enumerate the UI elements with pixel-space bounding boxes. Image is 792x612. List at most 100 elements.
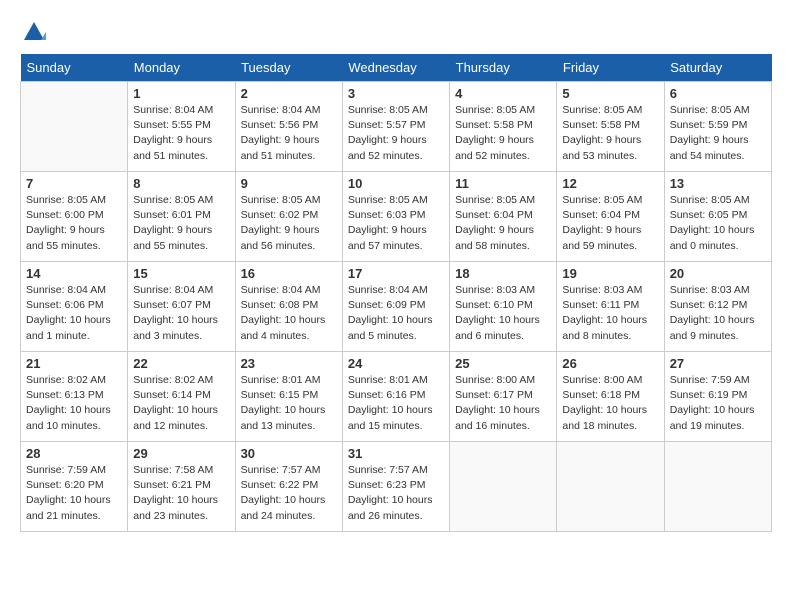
day-info: Sunrise: 8:04 AMSunset: 6:09 PMDaylight:… xyxy=(348,283,444,344)
day-number: 25 xyxy=(455,356,551,371)
day-number: 5 xyxy=(562,86,658,101)
calendar-cell: 20Sunrise: 8:03 AMSunset: 6:12 PMDayligh… xyxy=(664,262,771,352)
day-number: 22 xyxy=(133,356,229,371)
day-info: Sunrise: 8:04 AMSunset: 6:08 PMDaylight:… xyxy=(241,283,337,344)
day-info: Sunrise: 8:05 AMSunset: 5:58 PMDaylight:… xyxy=(455,103,551,164)
day-info: Sunrise: 8:05 AMSunset: 5:59 PMDaylight:… xyxy=(670,103,766,164)
day-info: Sunrise: 7:58 AMSunset: 6:21 PMDaylight:… xyxy=(133,463,229,524)
calendar-cell: 30 Sunrise: 7:57 AMSunset: 6:22 PMDayligh… xyxy=(235,442,342,532)
day-info: Sunrise: 8:02 AMSunset: 6:14 PMDaylight:… xyxy=(133,373,229,434)
calendar-cell: 4 Sunrise: 8:05 AMSunset: 5:58 PMDaylight… xyxy=(450,82,557,172)
calendar-cell: 2Sunrise: 8:04 AMSunset: 5:56 PMDaylight… xyxy=(235,82,342,172)
day-number: 12 xyxy=(562,176,658,191)
logo-icon xyxy=(22,20,46,44)
calendar-cell: 26 Sunrise: 8:00 AMSunset: 6:18 PMDayligh… xyxy=(557,352,664,442)
day-header-wednesday: Wednesday xyxy=(342,54,449,82)
day-info: Sunrise: 8:05 AMSunset: 5:57 PMDaylight:… xyxy=(348,103,444,164)
day-info: Sunrise: 8:02 AMSunset: 6:13 PMDaylight:… xyxy=(26,373,122,434)
calendar-cell: 21 Sunrise: 8:02 AMSunset: 6:13 PMDayligh… xyxy=(21,352,128,442)
calendar-cell: 15Sunrise: 8:04 AMSunset: 6:07 PMDayligh… xyxy=(128,262,235,352)
day-number: 29 xyxy=(133,446,229,461)
calendar-cell: 16 Sunrise: 8:04 AMSunset: 6:08 PMDayligh… xyxy=(235,262,342,352)
day-info: Sunrise: 8:05 AMSunset: 6:04 PMDaylight:… xyxy=(455,193,551,254)
calendar-cell: 24Sunrise: 8:01 AMSunset: 6:16 PMDayligh… xyxy=(342,352,449,442)
days-header-row: SundayMondayTuesdayWednesdayThursdayFrid… xyxy=(21,54,772,82)
calendar-cell: 18Sunrise: 8:03 AMSunset: 6:10 PMDayligh… xyxy=(450,262,557,352)
page-header xyxy=(20,20,772,44)
day-info: Sunrise: 8:05 AMSunset: 6:04 PMDaylight:… xyxy=(562,193,658,254)
calendar-cell: 9 Sunrise: 8:05 AMSunset: 6:02 PMDaylight… xyxy=(235,172,342,262)
day-header-sunday: Sunday xyxy=(21,54,128,82)
day-info: Sunrise: 8:05 AMSunset: 6:00 PMDaylight:… xyxy=(26,193,122,254)
calendar-cell: 8Sunrise: 8:05 AMSunset: 6:01 PMDaylight… xyxy=(128,172,235,262)
day-info: Sunrise: 8:01 AMSunset: 6:15 PMDaylight:… xyxy=(241,373,337,434)
day-info: Sunrise: 7:59 AMSunset: 6:20 PMDaylight:… xyxy=(26,463,122,524)
day-info: Sunrise: 7:57 AMSunset: 6:23 PMDaylight:… xyxy=(348,463,444,524)
calendar-table: SundayMondayTuesdayWednesdayThursdayFrid… xyxy=(20,54,772,532)
week-row-5: 28Sunrise: 7:59 AMSunset: 6:20 PMDayligh… xyxy=(21,442,772,532)
day-number: 10 xyxy=(348,176,444,191)
calendar-cell: 17 Sunrise: 8:04 AMSunset: 6:09 PMDayligh… xyxy=(342,262,449,352)
calendar-cell: 13 Sunrise: 8:05 AMSunset: 6:05 PMDayligh… xyxy=(664,172,771,262)
calendar-cell: 23 Sunrise: 8:01 AMSunset: 6:15 PMDayligh… xyxy=(235,352,342,442)
day-info: Sunrise: 7:57 AMSunset: 6:22 PMDaylight:… xyxy=(241,463,337,524)
week-row-4: 21 Sunrise: 8:02 AMSunset: 6:13 PMDayligh… xyxy=(21,352,772,442)
week-row-1: 1Sunrise: 8:04 AMSunset: 5:55 PMDaylight… xyxy=(21,82,772,172)
day-info: Sunrise: 7:59 AMSunset: 6:19 PMDaylight:… xyxy=(670,373,766,434)
day-info: Sunrise: 8:05 AMSunset: 5:58 PMDaylight:… xyxy=(562,103,658,164)
day-number: 23 xyxy=(241,356,337,371)
calendar-cell: 6 Sunrise: 8:05 AMSunset: 5:59 PMDaylight… xyxy=(664,82,771,172)
day-number: 7 xyxy=(26,176,122,191)
day-number: 13 xyxy=(670,176,766,191)
calendar-cell: 3Sunrise: 8:05 AMSunset: 5:57 PMDaylight… xyxy=(342,82,449,172)
day-header-monday: Monday xyxy=(128,54,235,82)
day-number: 30 xyxy=(241,446,337,461)
calendar-cell xyxy=(557,442,664,532)
day-number: 2 xyxy=(241,86,337,101)
calendar-cell: 5 Sunrise: 8:05 AMSunset: 5:58 PMDaylight… xyxy=(557,82,664,172)
week-row-3: 14 Sunrise: 8:04 AMSunset: 6:06 PMDayligh… xyxy=(21,262,772,352)
day-info: Sunrise: 8:05 AMSunset: 6:02 PMDaylight:… xyxy=(241,193,337,254)
day-number: 26 xyxy=(562,356,658,371)
calendar-cell: 31 Sunrise: 7:57 AMSunset: 6:23 PMDayligh… xyxy=(342,442,449,532)
day-number: 16 xyxy=(241,266,337,281)
day-header-friday: Friday xyxy=(557,54,664,82)
day-info: Sunrise: 8:04 AMSunset: 6:06 PMDaylight:… xyxy=(26,283,122,344)
day-number: 15 xyxy=(133,266,229,281)
calendar-cell: 10 Sunrise: 8:05 AMSunset: 6:03 PMDayligh… xyxy=(342,172,449,262)
day-number: 24 xyxy=(348,356,444,371)
day-number: 31 xyxy=(348,446,444,461)
day-header-thursday: Thursday xyxy=(450,54,557,82)
calendar-cell: 29 Sunrise: 7:58 AMSunset: 6:21 PMDayligh… xyxy=(128,442,235,532)
day-number: 9 xyxy=(241,176,337,191)
day-number: 17 xyxy=(348,266,444,281)
day-number: 6 xyxy=(670,86,766,101)
calendar-cell: 28Sunrise: 7:59 AMSunset: 6:20 PMDayligh… xyxy=(21,442,128,532)
logo xyxy=(20,20,46,44)
calendar-cell: 14 Sunrise: 8:04 AMSunset: 6:06 PMDayligh… xyxy=(21,262,128,352)
day-number: 21 xyxy=(26,356,122,371)
day-info: Sunrise: 8:03 AMSunset: 6:11 PMDaylight:… xyxy=(562,283,658,344)
calendar-cell: 11 Sunrise: 8:05 AMSunset: 6:04 PMDayligh… xyxy=(450,172,557,262)
day-number: 14 xyxy=(26,266,122,281)
week-row-2: 7 Sunrise: 8:05 AMSunset: 6:00 PMDaylight… xyxy=(21,172,772,262)
calendar-cell: 1Sunrise: 8:04 AMSunset: 5:55 PMDaylight… xyxy=(128,82,235,172)
day-info: Sunrise: 8:00 AMSunset: 6:17 PMDaylight:… xyxy=(455,373,551,434)
day-info: Sunrise: 8:00 AMSunset: 6:18 PMDaylight:… xyxy=(562,373,658,434)
day-info: Sunrise: 8:05 AMSunset: 6:05 PMDaylight:… xyxy=(670,193,766,254)
day-number: 11 xyxy=(455,176,551,191)
day-number: 1 xyxy=(133,86,229,101)
day-info: Sunrise: 8:05 AMSunset: 6:01 PMDaylight:… xyxy=(133,193,229,254)
day-number: 27 xyxy=(670,356,766,371)
calendar-cell xyxy=(664,442,771,532)
calendar-cell: 7 Sunrise: 8:05 AMSunset: 6:00 PMDaylight… xyxy=(21,172,128,262)
calendar-cell: 22 Sunrise: 8:02 AMSunset: 6:14 PMDayligh… xyxy=(128,352,235,442)
day-number: 18 xyxy=(455,266,551,281)
calendar-cell xyxy=(21,82,128,172)
day-header-saturday: Saturday xyxy=(664,54,771,82)
day-number: 4 xyxy=(455,86,551,101)
day-header-tuesday: Tuesday xyxy=(235,54,342,82)
calendar-cell: 12 Sunrise: 8:05 AMSunset: 6:04 PMDayligh… xyxy=(557,172,664,262)
day-info: Sunrise: 8:05 AMSunset: 6:03 PMDaylight:… xyxy=(348,193,444,254)
calendar-cell: 25 Sunrise: 8:00 AMSunset: 6:17 PMDayligh… xyxy=(450,352,557,442)
